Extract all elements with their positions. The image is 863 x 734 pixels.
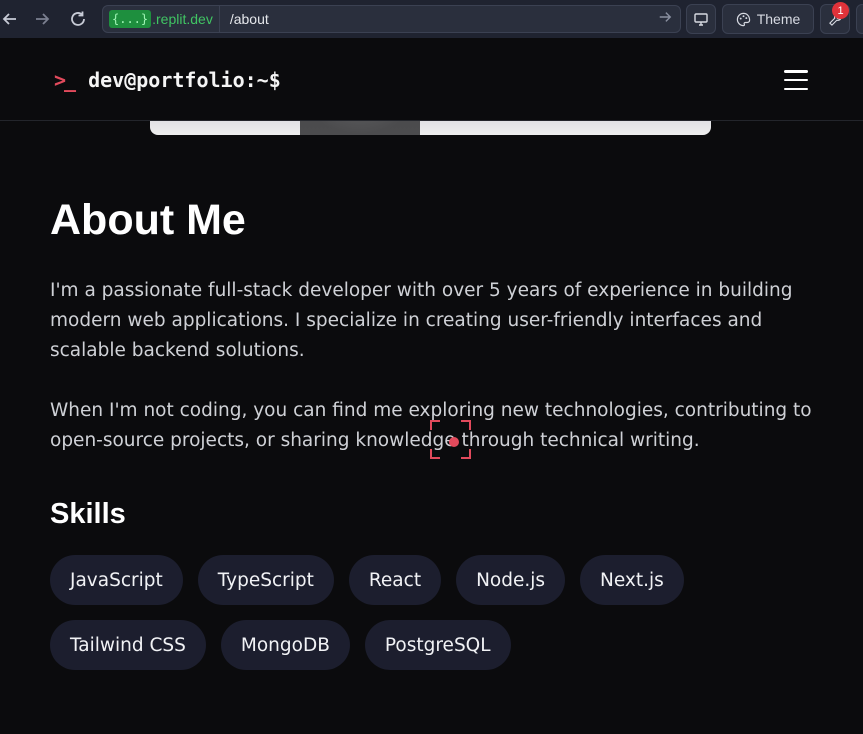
back-button[interactable] bbox=[0, 0, 24, 38]
skill-chip: Tailwind CSS bbox=[50, 620, 206, 670]
arrow-right-icon bbox=[659, 12, 672, 22]
skills-row-1: JavaScript TypeScript React Node.js Next… bbox=[50, 555, 684, 605]
tools-button[interactable]: 1 bbox=[820, 2, 850, 34]
forward-button[interactable] bbox=[24, 0, 60, 38]
menu-line bbox=[784, 87, 808, 90]
skill-chip: JavaScript bbox=[50, 555, 183, 605]
skill-chip: React bbox=[348, 555, 442, 605]
skills-row-2: Tailwind CSS MongoDB PostgreSQL bbox=[50, 620, 511, 670]
arrow-right-icon bbox=[36, 13, 50, 25]
about-paragraph-1: I'm a passionate full-stack developer wi… bbox=[50, 280, 793, 361]
browser-toolbar: {...} .replit.dev /about Theme 1 bbox=[0, 0, 863, 38]
url-badge: {...} bbox=[109, 10, 152, 28]
theme-label: Theme bbox=[756, 11, 801, 27]
skill-chip: PostgreSQL bbox=[364, 620, 511, 670]
logo-text: dev@portfolio:~$ bbox=[88, 68, 281, 92]
page-title: About Me bbox=[50, 196, 246, 244]
skill-chip: MongoDB bbox=[220, 620, 350, 670]
marker-corner bbox=[461, 449, 471, 459]
palette-icon bbox=[736, 12, 750, 26]
devices-button[interactable] bbox=[686, 4, 716, 34]
skill-chip: TypeScript bbox=[197, 555, 334, 605]
menu-line bbox=[784, 78, 808, 82]
site-logo[interactable]: >_ dev@portfolio:~$ bbox=[54, 68, 281, 92]
reload-button[interactable] bbox=[60, 0, 96, 38]
marker-corner bbox=[430, 449, 440, 459]
address-bar[interactable]: {...} .replit.dev /about bbox=[102, 5, 681, 33]
marker-corner bbox=[430, 420, 440, 430]
menu-line bbox=[784, 70, 808, 73]
toolbar-overflow-button[interactable] bbox=[856, 4, 863, 34]
notification-badge: 1 bbox=[832, 2, 849, 19]
terminal-prompt-icon: >_ bbox=[54, 68, 76, 92]
url-path: /about bbox=[229, 11, 269, 27]
theme-button[interactable]: Theme bbox=[722, 4, 814, 34]
url-host: {...} .replit.dev bbox=[103, 6, 220, 32]
marker-corner bbox=[461, 420, 471, 430]
monitor-icon bbox=[694, 13, 708, 26]
skill-chip: Next.js bbox=[580, 555, 684, 605]
click-target-marker bbox=[430, 420, 471, 459]
arrow-left-icon bbox=[2, 13, 16, 25]
skill-chip: Node.js bbox=[456, 555, 566, 605]
marker-dot bbox=[449, 437, 459, 447]
reload-icon bbox=[71, 11, 85, 26]
go-button[interactable] bbox=[658, 10, 672, 28]
site-header: >_ dev@portfolio:~$ bbox=[0, 38, 863, 121]
url-domain: .replit.dev bbox=[152, 11, 213, 27]
skills-heading: Skills bbox=[50, 498, 126, 530]
hamburger-menu-icon[interactable] bbox=[784, 70, 808, 90]
